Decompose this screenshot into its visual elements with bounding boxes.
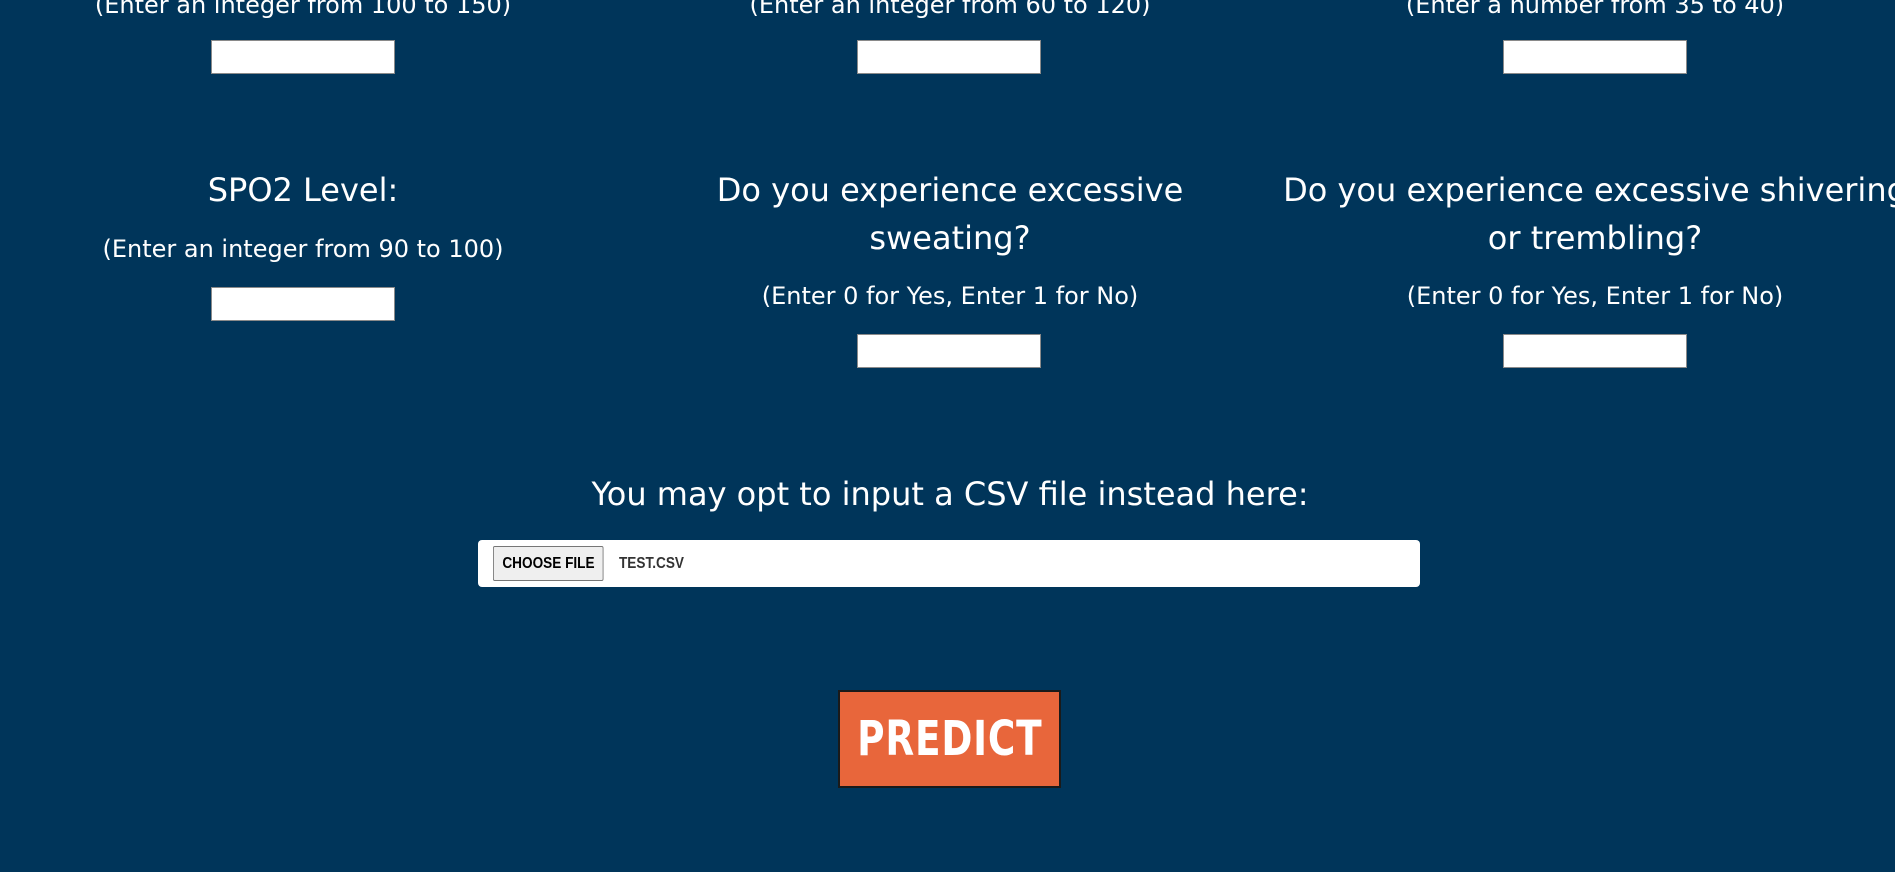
shivering-input[interactable] xyxy=(1503,334,1687,368)
top-left-input[interactable] xyxy=(211,40,395,74)
temperature-hint: (Enter a number from 35 to 40) xyxy=(1405,0,1785,19)
shivering-question-line1: Do you experience excessive shivering xyxy=(1283,171,1895,209)
selected-file-name: TEST.CSV xyxy=(619,554,685,572)
sweating-question-line1: Do you experience excessive xyxy=(716,171,1184,209)
csv-file-input[interactable]: CHOOSE FILE TEST.CSV xyxy=(478,540,1420,587)
sweating-hint: (Enter 0 for Yes, Enter 1 for No) xyxy=(761,282,1139,310)
shivering-question-line2: or trembling? xyxy=(1487,219,1703,257)
predict-button-label: PREDICT xyxy=(856,711,1043,767)
prediction-form-page: (Enter an integer from 100 to 150) (Ente… xyxy=(0,0,1895,872)
sweating-question-line2: sweating? xyxy=(869,219,1031,257)
top-middle-input[interactable] xyxy=(857,40,1041,74)
spo2-input[interactable] xyxy=(211,287,395,321)
spo2-title: SPO2 Level: xyxy=(207,171,399,209)
choose-file-button[interactable]: CHOOSE FILE xyxy=(493,546,604,581)
csv-upload-label: You may opt to input a CSV file instead … xyxy=(591,475,1309,513)
top-middle-hint: (Enter an integer from 60 to 120) xyxy=(749,0,1151,19)
predict-button[interactable]: PREDICT xyxy=(838,690,1061,788)
shivering-question: Do you experience excessive shivering or… xyxy=(1275,166,1895,262)
spo2-hint: (Enter an integer from 90 to 100) xyxy=(102,235,504,263)
heart-rate-hint: (Enter an integer from 100 to 150) xyxy=(94,0,512,19)
shivering-hint: (Enter 0 for Yes, Enter 1 for No) xyxy=(1406,282,1784,310)
sweating-input[interactable] xyxy=(857,334,1041,368)
sweating-question: Do you experience excessive sweating? xyxy=(630,166,1270,262)
top-right-input[interactable] xyxy=(1503,40,1687,74)
